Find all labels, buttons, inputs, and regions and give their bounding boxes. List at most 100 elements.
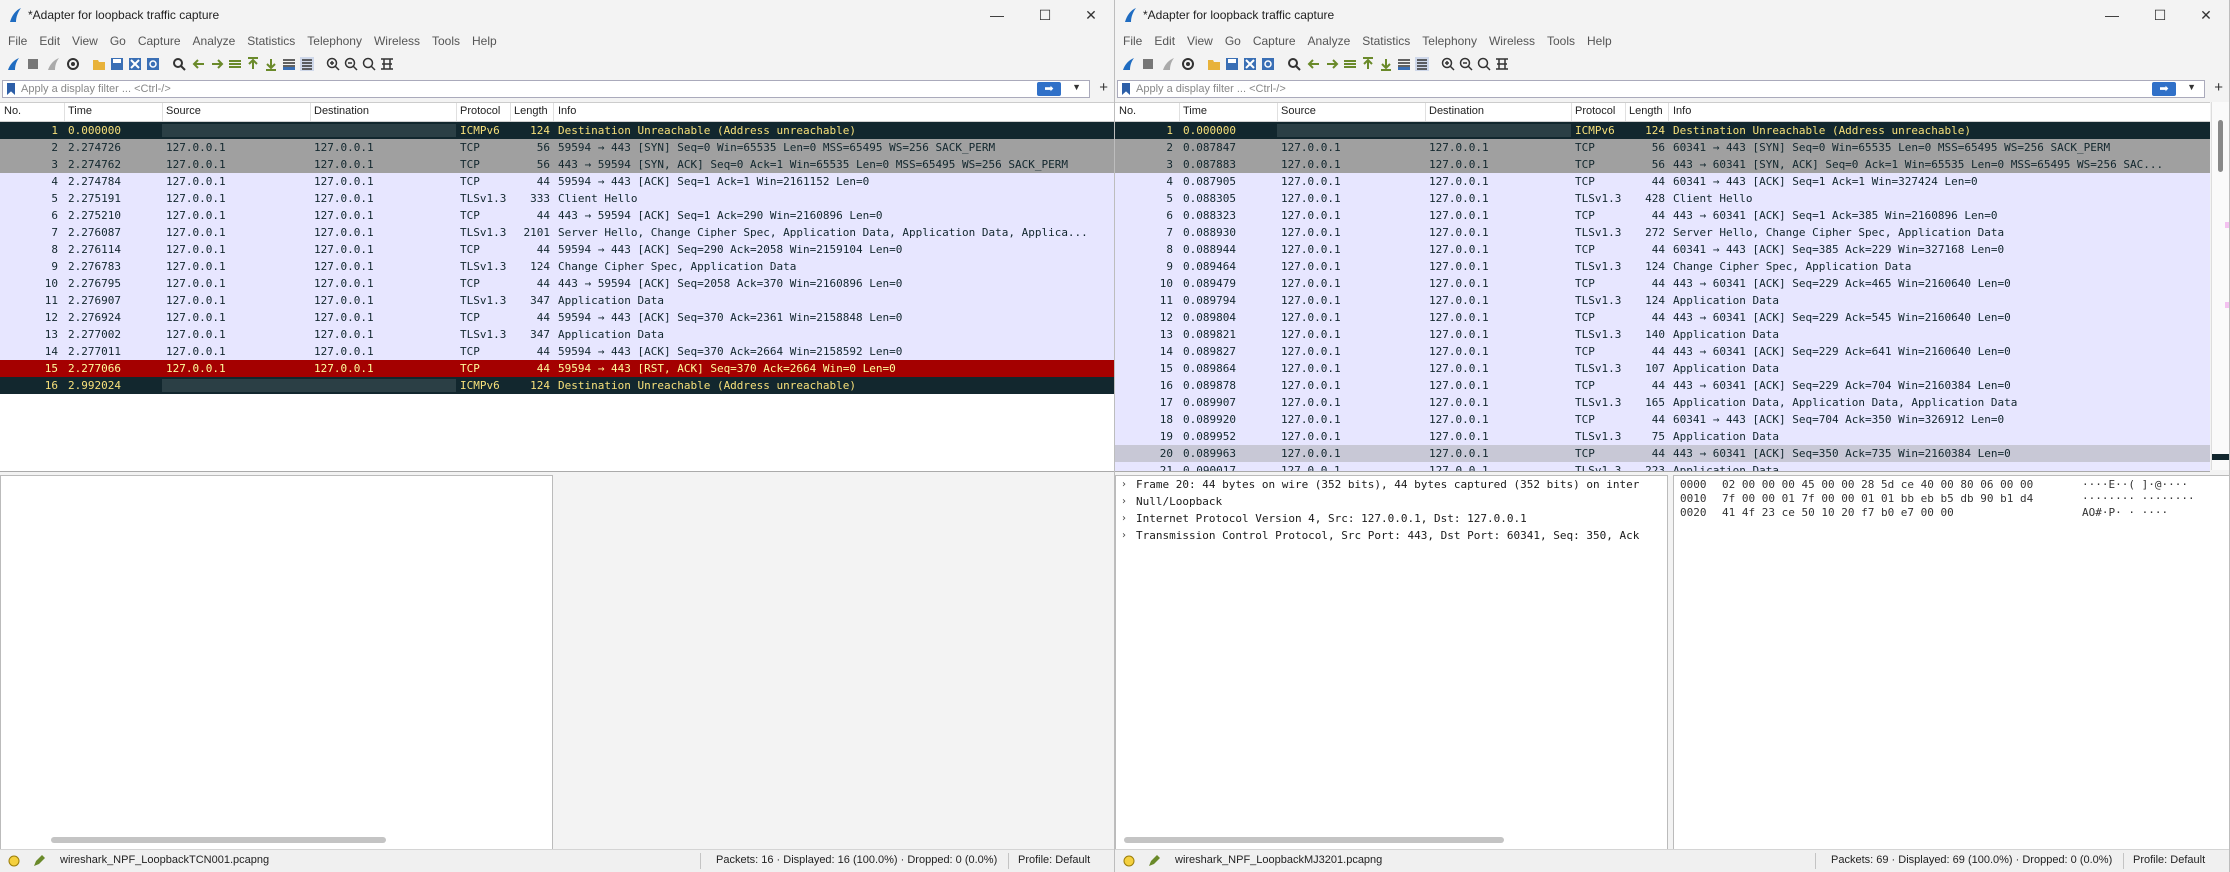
autoscroll-icon[interactable] [1397, 57, 1411, 71]
capture-options-icon[interactable] [1181, 57, 1195, 71]
packet-row[interactable]: 12 0.089804 127.0.0.1 127.0.0.1 TCP 44 443 → 6… [1115, 309, 2210, 326]
packet-row[interactable]: 5 0.088305 127.0.0.1 127.0.0.1 TLSv1.3 428 Cli… [1115, 190, 2210, 207]
zoom-out-icon[interactable] [344, 57, 358, 71]
reload-file-icon[interactable] [1261, 57, 1275, 71]
packet-row[interactable]: 5 2.275191 127.0.0.1 127.0.0.1 TLSv1.3 333 Cli… [0, 190, 1114, 207]
close-file-icon[interactable] [128, 57, 142, 71]
menu-file[interactable]: File [2, 30, 33, 52]
menu-capture[interactable]: Capture [1247, 30, 1302, 52]
chevron-right-icon[interactable]: › [1122, 493, 1126, 510]
packet-row[interactable]: 11 2.276907 127.0.0.1 127.0.0.1 TLSv1.3 347 Ap… [0, 292, 1114, 309]
maximize-icon[interactable]: ☐ [1028, 4, 1062, 26]
colorize-icon[interactable] [300, 57, 314, 71]
reload-file-icon[interactable] [146, 57, 160, 71]
menu-wireless[interactable]: Wireless [368, 30, 426, 52]
packet-details-pane[interactable] [0, 475, 553, 850]
packet-list[interactable]: No. Time Source Destination Protocol Len… [1115, 102, 2210, 472]
menu-edit[interactable]: Edit [1148, 30, 1181, 52]
menu-capture[interactable]: Capture [132, 30, 187, 52]
minimize-icon[interactable]: — [980, 4, 1014, 26]
menu-go[interactable]: Go [1219, 30, 1247, 52]
details-scrollbar[interactable] [51, 837, 386, 843]
close-icon[interactable]: ✕ [2189, 4, 2223, 26]
col-time[interactable]: Time [1183, 105, 1207, 117]
go-back-icon[interactable] [192, 57, 206, 71]
zoom-normal-icon[interactable] [1477, 57, 1491, 71]
hex-row[interactable]: 0020 41 4f 23 ce 50 10 20 f7 b0 e7 00 00 A… [1680, 506, 2223, 520]
packet-row[interactable]: 9 0.089464 127.0.0.1 127.0.0.1 TLSv1.3 124 Cha… [1115, 258, 2210, 275]
packet-row[interactable]: 4 0.087905 127.0.0.1 127.0.0.1 TCP 44 60341 → … [1115, 173, 2210, 190]
display-filter-input[interactable]: Apply a display filter ... <Ctrl-/> ➡ ▼ [1117, 80, 2205, 98]
packet-row[interactable]: 10 0.089479 127.0.0.1 127.0.0.1 TCP 44 443 → 6… [1115, 275, 2210, 292]
packet-row[interactable]: 16 0.089878 127.0.0.1 127.0.0.1 TCP 44 443 → 6… [1115, 377, 2210, 394]
col-info[interactable]: Info [558, 105, 576, 117]
resize-columns-icon[interactable] [1495, 57, 1509, 71]
packet-row[interactable]: 10 2.276795 127.0.0.1 127.0.0.1 TCP 44 443 → 5… [0, 275, 1114, 292]
zoom-normal-icon[interactable] [362, 57, 376, 71]
packet-list-scrollbar[interactable] [2211, 102, 2229, 470]
capture-options-icon[interactable] [66, 57, 80, 71]
add-filter-button[interactable]: + [2214, 79, 2223, 96]
packet-row[interactable]: 6 2.275210 127.0.0.1 127.0.0.1 TCP 44 443 → 59… [0, 207, 1114, 224]
go-back-icon[interactable] [1307, 57, 1321, 71]
packet-row[interactable]: 6 0.088323 127.0.0.1 127.0.0.1 TCP 44 443 → 60… [1115, 207, 2210, 224]
chevron-right-icon[interactable]: › [1122, 476, 1126, 493]
packet-row[interactable]: 14 0.089827 127.0.0.1 127.0.0.1 TCP 44 443 → 6… [1115, 343, 2210, 360]
packet-row[interactable]: 16 2.992024 ICMPv6 124 Destination Unreachab… [0, 377, 1114, 394]
menu-help[interactable]: Help [1581, 30, 1618, 52]
bookmark-icon[interactable] [1122, 83, 1130, 95]
menu-view[interactable]: View [1181, 30, 1219, 52]
packet-row[interactable]: 13 0.089821 127.0.0.1 127.0.0.1 TLSv1.3 140 Ap… [1115, 326, 2210, 343]
packet-row[interactable]: 12 2.276924 127.0.0.1 127.0.0.1 TCP 44 59594 →… [0, 309, 1114, 326]
restart-capture-icon[interactable] [46, 57, 60, 71]
hex-row[interactable]: 0010 7f 00 00 01 7f 00 00 01 01 bb eb b5 … [1680, 492, 2223, 506]
resize-columns-icon[interactable] [380, 57, 394, 71]
go-forward-icon[interactable] [1325, 57, 1339, 71]
packet-row[interactable]: 15 2.277066 127.0.0.1 127.0.0.1 TCP 44 59594 →… [0, 360, 1114, 377]
packet-row[interactable]: 15 0.089864 127.0.0.1 127.0.0.1 TLSv1.3 107 Ap… [1115, 360, 2210, 377]
packet-row[interactable]: 8 2.276114 127.0.0.1 127.0.0.1 TCP 44 59594 → … [0, 241, 1114, 258]
save-file-icon[interactable] [1225, 57, 1239, 71]
packet-row[interactable]: 13 2.277002 127.0.0.1 127.0.0.1 TLSv1.3 347 Ap… [0, 326, 1114, 343]
packet-row[interactable]: 18 0.089920 127.0.0.1 127.0.0.1 TCP 44 60341 →… [1115, 411, 2210, 428]
detail-tcp-row[interactable]: › Transmission Control Protocol, Src Port… [1116, 527, 1667, 544]
menu-telephony[interactable]: Telephony [1416, 30, 1483, 52]
last-packet-icon[interactable] [264, 57, 278, 71]
first-packet-icon[interactable] [246, 57, 260, 71]
packet-list[interactable]: No. Time Source Destination Protocol Len… [0, 102, 1114, 472]
open-file-icon[interactable] [1207, 57, 1221, 71]
stop-capture-icon[interactable] [26, 57, 40, 71]
menu-tools[interactable]: Tools [1541, 30, 1581, 52]
expert-info-icon[interactable] [1123, 855, 1135, 867]
packet-details-pane[interactable]: › Frame 20: 44 bytes on wire (352 bits), … [1115, 475, 1668, 850]
packet-row[interactable]: 4 2.274784 127.0.0.1 127.0.0.1 TCP 44 59594 → … [0, 173, 1114, 190]
chevron-right-icon[interactable]: › [1122, 510, 1126, 527]
menu-edit[interactable]: Edit [33, 30, 66, 52]
find-packet-icon[interactable] [1287, 57, 1301, 71]
menu-statistics[interactable]: Statistics [241, 30, 301, 52]
maximize-icon[interactable]: ☐ [2143, 4, 2177, 26]
detail-null-row[interactable]: › Null/Loopback [1116, 493, 1667, 510]
zoom-in-icon[interactable] [1441, 57, 1455, 71]
menu-statistics[interactable]: Statistics [1356, 30, 1416, 52]
packet-row[interactable]: 11 0.089794 127.0.0.1 127.0.0.1 TLSv1.3 124 Ap… [1115, 292, 2210, 309]
packet-bytes-pane[interactable]: 0000 02 00 00 00 45 00 00 28 5d ce 40 00 … [1673, 475, 2229, 850]
autoscroll-icon[interactable] [282, 57, 296, 71]
colorize-icon[interactable] [1415, 57, 1429, 71]
save-file-icon[interactable] [110, 57, 124, 71]
chevron-right-icon[interactable]: › [1122, 527, 1126, 544]
packet-row[interactable]: 7 0.088930 127.0.0.1 127.0.0.1 TLSv1.3 272 Ser… [1115, 224, 2210, 241]
edit-comment-icon[interactable] [1147, 854, 1161, 868]
col-length[interactable]: Length [1629, 105, 1663, 117]
packet-row[interactable]: 9 2.276783 127.0.0.1 127.0.0.1 TLSv1.3 124 Cha… [0, 258, 1114, 275]
bookmark-icon[interactable] [7, 83, 15, 95]
zoom-in-icon[interactable] [326, 57, 340, 71]
menu-tools[interactable]: Tools [426, 30, 466, 52]
packet-row[interactable]: 20 0.089963 127.0.0.1 127.0.0.1 TCP 44 443 → 6… [1115, 445, 2210, 462]
open-file-icon[interactable] [92, 57, 106, 71]
stop-capture-icon[interactable] [1141, 57, 1155, 71]
profile-label[interactable]: Profile: Default [2133, 854, 2205, 866]
col-destination[interactable]: Destination [1429, 105, 1484, 117]
last-packet-icon[interactable] [1379, 57, 1393, 71]
menu-telephony[interactable]: Telephony [301, 30, 368, 52]
